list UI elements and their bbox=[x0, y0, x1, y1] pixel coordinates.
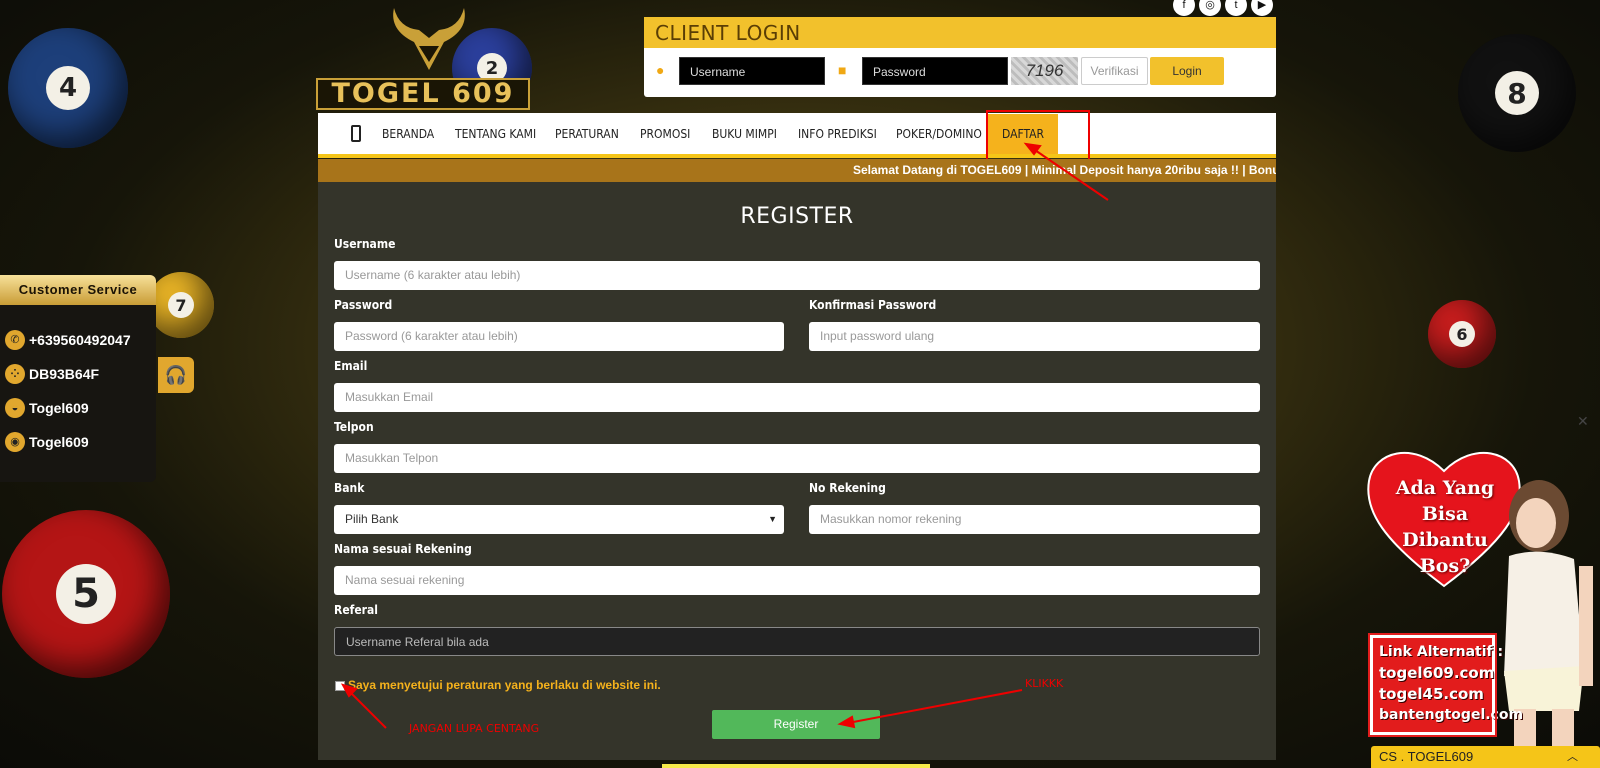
agree-label[interactable]: Saya menyetujui peraturan yang berlaku d… bbox=[348, 678, 661, 692]
login-username-input[interactable]: Username bbox=[679, 57, 825, 85]
close-icon[interactable]: ✕ bbox=[1577, 413, 1589, 430]
alternative-links[interactable]: Link Alternatif : togel609.com togel45.c… bbox=[1368, 633, 1523, 737]
marquee-text: Selamat Datang di TOGEL609 | Minimal Dep… bbox=[853, 163, 1276, 177]
cs-line[interactable]: ◉ Togel609 bbox=[5, 431, 89, 453]
nav-beranda[interactable]: BERANDA bbox=[382, 113, 434, 155]
headset-icon[interactable]: 🎧 bbox=[158, 357, 194, 393]
check-annotation: JANGAN LUPA CENTANG bbox=[409, 722, 540, 735]
youtube-icon[interactable]: ▶ bbox=[1251, 0, 1273, 16]
facebook-icon[interactable]: f bbox=[1173, 0, 1195, 16]
username-label: Username bbox=[334, 237, 396, 251]
nav-promosi[interactable]: PROMOSI bbox=[640, 113, 690, 155]
alt-link-3[interactable]: bantengtogel.com bbox=[1379, 705, 1523, 726]
customer-service-panel: Customer Service ✆ +639560492047 ⁘ DB93B… bbox=[0, 275, 156, 482]
client-login-title: CLIENT LOGIN bbox=[644, 17, 1276, 48]
customer-service-title: Customer Service bbox=[0, 275, 156, 305]
cs-blackberry[interactable]: ⁘ DB93B64F bbox=[5, 363, 99, 385]
phone-input[interactable]: Masukkan Telpon bbox=[334, 444, 1260, 473]
account-number-label: No Rekening bbox=[809, 481, 886, 495]
account-name-input[interactable]: Nama sesuai rekening bbox=[334, 566, 1260, 595]
cs-wechat-value: Togel609 bbox=[29, 400, 89, 416]
main-nav: BERANDA TENTANG KAMI PERATURAN PROMOSI B… bbox=[318, 113, 1276, 158]
phone-label: Telpon bbox=[334, 420, 374, 434]
nav-tentang-kami[interactable]: TENTANG KAMI bbox=[455, 113, 536, 155]
logo-text: TOGEL 609 bbox=[316, 78, 530, 110]
alt-link-title: Link Alternatif : bbox=[1379, 644, 1504, 660]
cs-chat-bar[interactable]: CS . TOGEL609 ︿ bbox=[1371, 746, 1600, 768]
ball-8-decoration: 8 bbox=[1458, 34, 1576, 152]
ball-5-decoration: 5 bbox=[2, 510, 170, 678]
agree-checkbox[interactable] bbox=[335, 681, 345, 691]
login-button[interactable]: Login bbox=[1150, 57, 1224, 85]
referral-input[interactable]: Username Referal bila ada bbox=[334, 627, 1260, 656]
account-number-input[interactable]: Masukkan nomor rekening bbox=[809, 505, 1260, 534]
promo-widget[interactable]: Ada Yang Bisa Dibantu Bos? Link Alternat… bbox=[1364, 441, 1600, 749]
email-label: Email bbox=[334, 359, 368, 373]
announcement-marquee: Selamat Datang di TOGEL609 | Minimal Dep… bbox=[318, 159, 1276, 182]
confirm-password-label: Konfirmasi Password bbox=[809, 298, 937, 312]
cs-phone[interactable]: ✆ +639560492047 bbox=[5, 329, 131, 351]
caret-down-icon: ▼ bbox=[768, 514, 777, 524]
register-button[interactable]: Register bbox=[712, 710, 880, 739]
register-title: REGISTER bbox=[740, 204, 854, 229]
cs-line-value: Togel609 bbox=[29, 434, 89, 450]
footer-strip bbox=[662, 764, 930, 768]
bull-icon bbox=[393, 8, 465, 70]
nav-peraturan[interactable]: PERATURAN bbox=[555, 113, 619, 155]
cs-phone-value: +639560492047 bbox=[29, 332, 131, 348]
instagram-icon[interactable]: ◎ bbox=[1199, 0, 1221, 16]
nav-buku-mimpi[interactable]: BUKU MIMPI bbox=[712, 113, 777, 155]
ball-7-decoration: 7 bbox=[148, 272, 214, 338]
referral-label: Referal bbox=[334, 603, 378, 617]
brand-logo[interactable]: TOGEL 609 bbox=[316, 0, 530, 110]
bank-select[interactable]: Pilih Bank ▼ bbox=[334, 505, 784, 534]
bank-label: Bank bbox=[334, 481, 365, 495]
twitter-icon[interactable]: t bbox=[1225, 0, 1247, 16]
username-input[interactable]: Username (6 karakter atau lebih) bbox=[334, 261, 1260, 290]
phone-icon: ✆ bbox=[5, 330, 25, 350]
lock-icon: ■ bbox=[838, 62, 847, 78]
daftar-highlight-annotation bbox=[986, 110, 1090, 162]
bank-select-value: Pilih Bank bbox=[345, 512, 399, 526]
nav-info-prediksi[interactable]: INFO PREDIKSI bbox=[798, 113, 877, 155]
cs-chat-bar-label: CS . TOGEL609 bbox=[1379, 749, 1474, 764]
ball-6-decoration: 6 bbox=[1428, 300, 1496, 368]
password-label: Password bbox=[334, 298, 393, 312]
login-form: ● Username ■ Password 7196 Verifikasi Lo… bbox=[644, 57, 1276, 85]
email-input[interactable]: Masukkan Email bbox=[334, 383, 1260, 412]
client-login-panel: CLIENT LOGIN ● Username ■ Password 7196 … bbox=[644, 17, 1276, 97]
line-icon: ◉ bbox=[5, 432, 25, 452]
alt-link-1[interactable]: togel609.com bbox=[1379, 663, 1494, 684]
wechat-icon: ◒ bbox=[5, 398, 25, 418]
register-panel: REGISTER Username Username (6 karakter a… bbox=[318, 182, 1276, 760]
mobile-icon[interactable] bbox=[351, 125, 361, 142]
ball-4-decoration: 4 bbox=[8, 28, 128, 148]
user-icon: ● bbox=[656, 62, 665, 78]
chevron-up-icon[interactable]: ︿ bbox=[1567, 746, 1578, 768]
nav-poker-domino[interactable]: POKER/DOMINO bbox=[896, 113, 982, 155]
login-password-input[interactable]: Password bbox=[862, 57, 1008, 85]
blackberry-icon: ⁘ bbox=[5, 364, 25, 384]
click-annotation: KLIKKK bbox=[1025, 677, 1064, 690]
account-name-label: Nama sesuai Rekening bbox=[334, 542, 472, 556]
cs-wechat[interactable]: ◒ Togel609 bbox=[5, 397, 89, 419]
captcha-image: 7196 bbox=[1011, 57, 1078, 85]
alt-link-2[interactable]: togel45.com bbox=[1379, 684, 1486, 705]
verification-input[interactable]: Verifikasi bbox=[1081, 57, 1148, 85]
social-links: f ◎ t ▶ bbox=[1173, 0, 1273, 16]
cs-blackberry-value: DB93B64F bbox=[29, 366, 100, 382]
confirm-password-input[interactable]: Input password ulang bbox=[809, 322, 1260, 351]
password-input[interactable]: Password (6 karakter atau lebih) bbox=[334, 322, 784, 351]
